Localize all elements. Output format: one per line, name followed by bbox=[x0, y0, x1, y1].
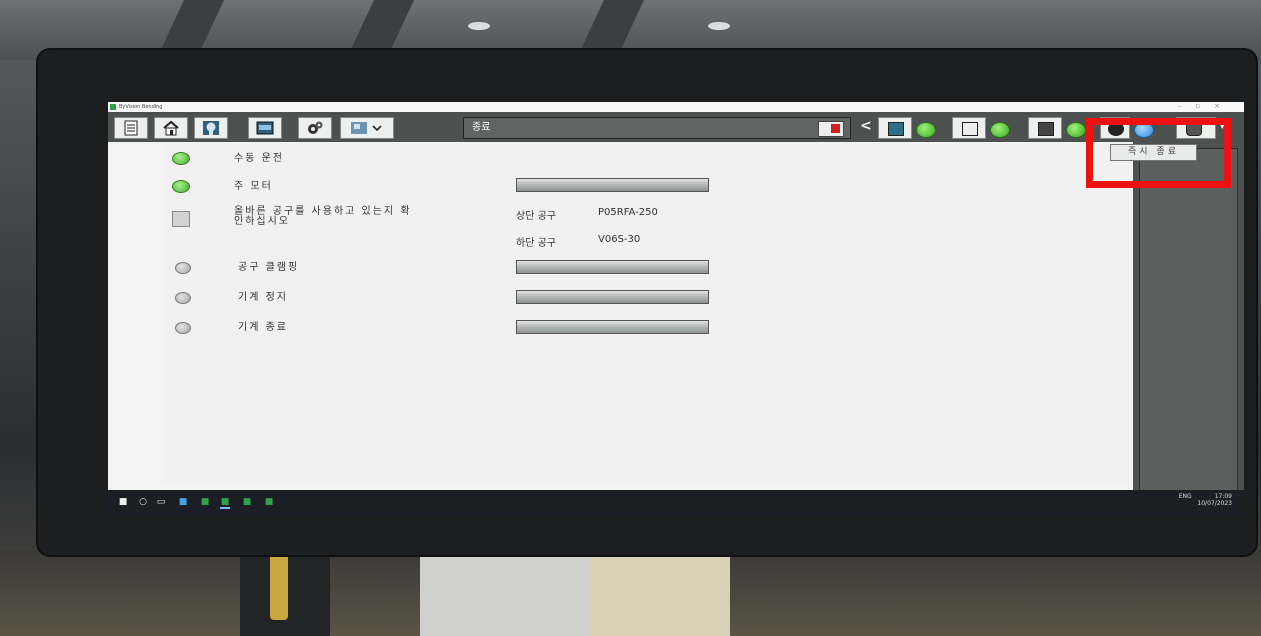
row-label: 기계 정지 bbox=[238, 292, 288, 303]
highlight-box bbox=[1086, 118, 1231, 188]
status-indicator-green bbox=[172, 180, 190, 193]
tool-status-button[interactable] bbox=[878, 117, 912, 139]
progress-bar bbox=[516, 178, 709, 192]
press-status-led bbox=[990, 122, 1010, 138]
row-label: 주 모터 bbox=[234, 181, 273, 192]
cabinet bbox=[420, 550, 590, 636]
app-icon-3[interactable]: ■ bbox=[242, 497, 252, 507]
tool-icon bbox=[888, 122, 904, 136]
message-field: 종료 bbox=[463, 117, 851, 139]
app-icon-2[interactable]: ■ bbox=[220, 497, 230, 509]
window-title: ByVision Bending bbox=[119, 104, 163, 110]
status-indicator-gray bbox=[175, 262, 191, 274]
windows-taskbar: ■ ○ ▭ ■ ■ ■ ■ ■ ENG 17:09 10/07/2023 bbox=[108, 490, 1244, 515]
search-icon[interactable]: ○ bbox=[138, 497, 148, 507]
settings-button[interactable] bbox=[298, 117, 332, 139]
monitor-stand bbox=[240, 550, 330, 636]
row-label: 공구 클램핑 bbox=[238, 262, 300, 273]
tool-status-led bbox=[916, 122, 936, 138]
toolbar: 종료 < ▾ bbox=[108, 112, 1244, 142]
ceiling-lamp bbox=[708, 22, 730, 30]
doorway bbox=[590, 548, 730, 636]
clock: 17:09 10/07/2023 bbox=[1197, 493, 1232, 507]
window-controls[interactable]: –▫× bbox=[1178, 102, 1234, 110]
red-cube-icon bbox=[818, 121, 844, 137]
confirm-checkbox[interactable] bbox=[172, 211, 190, 227]
screen-icon bbox=[256, 121, 274, 135]
start-icon[interactable]: ■ bbox=[118, 497, 128, 507]
status-indicator-green bbox=[172, 152, 190, 165]
side-panel-inner bbox=[1139, 148, 1238, 500]
head-icon bbox=[203, 121, 219, 135]
task-view-icon[interactable]: ▭ bbox=[156, 497, 166, 507]
row-label-line2: 인하십시오 bbox=[234, 216, 290, 227]
side-panel bbox=[1133, 142, 1244, 506]
row-label: 수동 운전 bbox=[234, 153, 284, 164]
home-button[interactable] bbox=[154, 117, 188, 139]
status-indicator-gray bbox=[175, 292, 191, 304]
app-icon bbox=[110, 104, 116, 110]
home-icon bbox=[163, 120, 179, 136]
monitor-status-led bbox=[1066, 122, 1086, 138]
status-panel: 수동 운전 주 모터 올바른 공구를 사용하고 있는지 확 인하십시오 상단 공… bbox=[163, 144, 1131, 484]
window-titlebar: ByVision Bending –▫× bbox=[108, 102, 1244, 112]
windows-dropdown-button[interactable] bbox=[340, 117, 394, 139]
row-label: 기계 종료 bbox=[238, 322, 288, 333]
screen-button[interactable] bbox=[248, 117, 282, 139]
app-icon-1[interactable]: ■ bbox=[200, 497, 210, 507]
message-text: 종료 bbox=[472, 122, 491, 133]
lower-tool-value: V06S-30 bbox=[598, 234, 641, 245]
tray-lang: ENG bbox=[1178, 493, 1192, 500]
progress-bar bbox=[516, 320, 709, 334]
file-explorer-icon[interactable]: ■ bbox=[178, 497, 188, 507]
progress-bar bbox=[516, 260, 709, 274]
ceiling-lamp bbox=[468, 22, 490, 30]
clipboard-icon bbox=[124, 120, 138, 136]
progress-bar bbox=[516, 290, 709, 304]
upper-tool-value: P05RFA-250 bbox=[598, 207, 658, 218]
operator-button[interactable] bbox=[194, 117, 228, 139]
press-status-button[interactable] bbox=[952, 117, 986, 139]
screen: ByVision Bending –▫× 종료 < ▾ 수동 운전 주 모터 올… bbox=[108, 102, 1244, 515]
clipboard-button[interactable] bbox=[114, 117, 148, 139]
status-indicator-gray bbox=[175, 322, 191, 334]
system-tray[interactable]: ENG 17:09 10/07/2023 bbox=[1179, 493, 1232, 507]
clock-time: 17:09 bbox=[1214, 493, 1232, 500]
press-icon bbox=[962, 122, 978, 136]
monitor-status-button[interactable] bbox=[1028, 117, 1062, 139]
lower-tool-label: 하단 공구 bbox=[516, 238, 556, 249]
monitor-bezel: ByVision Bending –▫× 종료 < ▾ 수동 운전 주 모터 올… bbox=[38, 50, 1256, 555]
chevron-left-icon[interactable]: < bbox=[860, 118, 872, 134]
upper-tool-label: 상단 공구 bbox=[516, 211, 556, 222]
windows-icon bbox=[351, 122, 382, 134]
gears-icon bbox=[308, 121, 323, 134]
clock-date: 10/07/2023 bbox=[1197, 500, 1232, 507]
app-icon-4[interactable]: ■ bbox=[264, 497, 274, 507]
monitor-icon bbox=[1038, 122, 1054, 136]
cable bbox=[270, 550, 288, 620]
